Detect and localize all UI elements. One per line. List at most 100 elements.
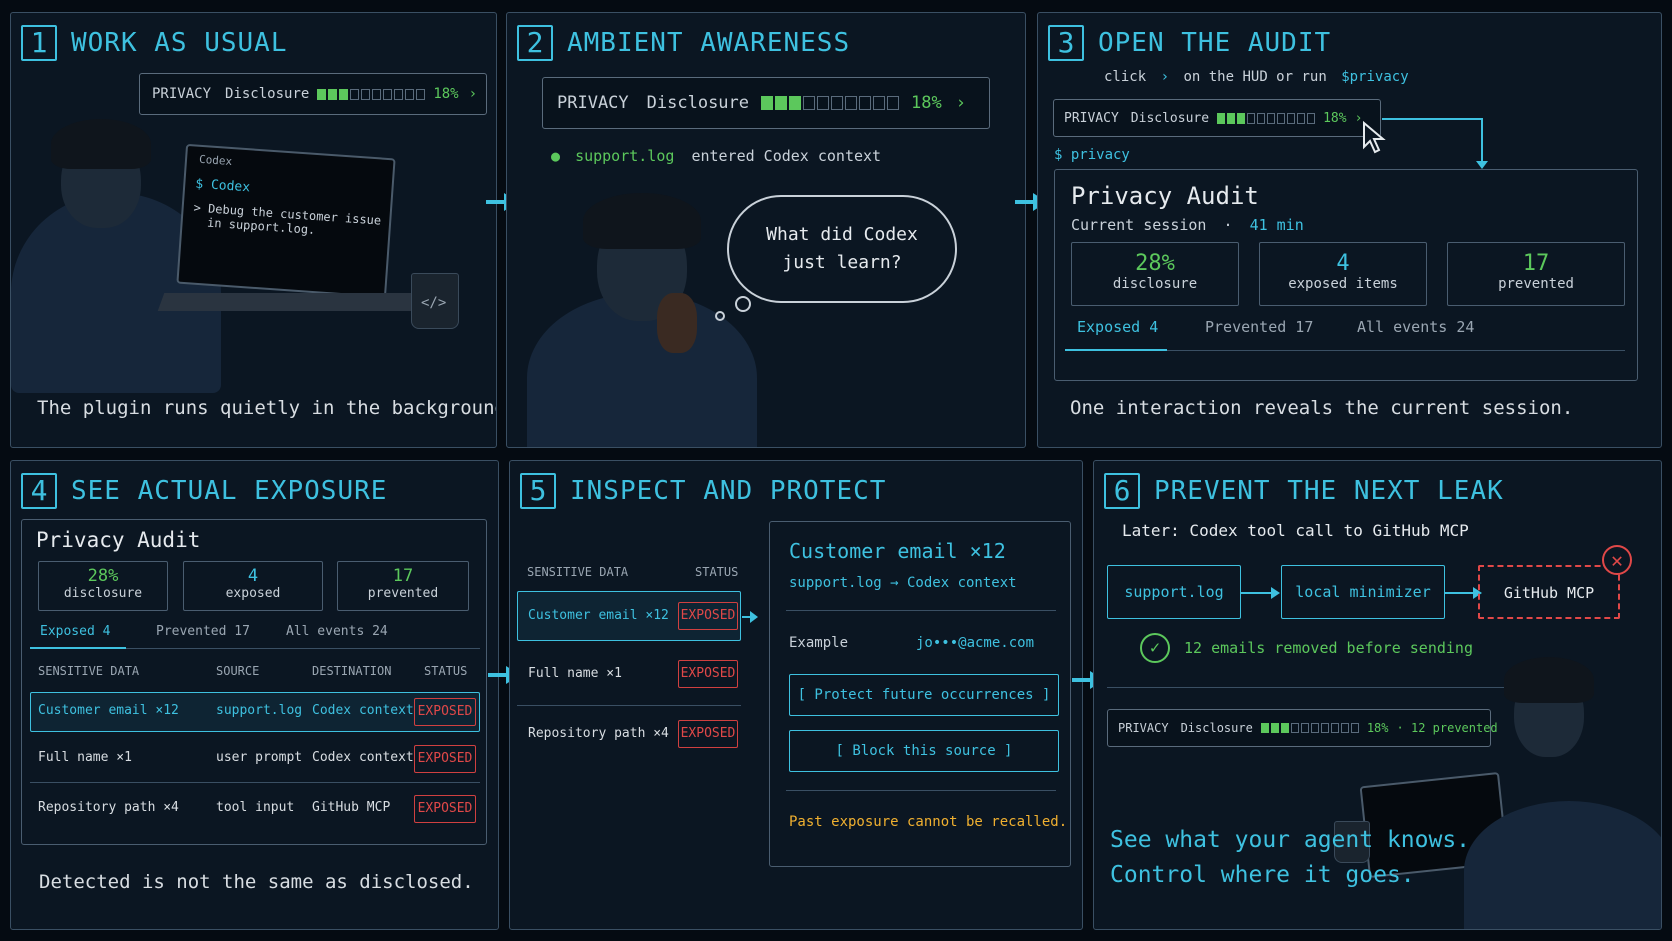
detail-panel: Customer email ×12 support.log → Codex c… <box>769 521 1071 867</box>
step-number: 4 <box>21 473 57 509</box>
privacy-hud[interactable]: PRIVACY Disclosure 18% › <box>542 77 990 129</box>
privacy-hud[interactable]: PRIVACY Disclosure 18% › <box>139 73 487 115</box>
hud-progress <box>1217 112 1316 124</box>
privacy-hud[interactable]: PRIVACY Disclosure 18% · 12 prevented <box>1107 709 1498 747</box>
column-header: SENSITIVE DATA <box>527 565 629 579</box>
cell-data: Full name ×1 <box>528 666 622 681</box>
tab-prevented[interactable]: Prevented 17 <box>156 624 250 639</box>
chevron-right-icon[interactable]: › <box>469 86 477 102</box>
hud-percent: 18% <box>433 86 459 102</box>
cell-data: Full name ×1 <box>38 750 132 765</box>
stat-disclosure: 28% disclosure <box>38 561 168 611</box>
cell-destination: Codex context <box>312 750 414 765</box>
cell-data: Repository path ×4 <box>528 726 669 741</box>
panel-inspect-and-protect: 5 INSPECT AND PROTECT SENSITIVE DATA STA… <box>509 460 1083 930</box>
hud-progress <box>1260 723 1359 733</box>
column-header: SOURCE <box>216 664 260 678</box>
stat-exposed: 4 exposed items <box>1259 242 1427 306</box>
caption: Detected is not the same as disclosed. <box>39 871 474 893</box>
audit-title: Privacy Audit <box>36 528 201 552</box>
cell-data: Customer email ×12 <box>38 703 179 718</box>
subtitle: Later: Codex tool call to GitHub MCP <box>1122 521 1469 540</box>
session-info: Current session · 41 min <box>1071 216 1304 234</box>
warning-text: Past exposure cannot be recalled. <box>789 814 1068 830</box>
detail-flow: support.log → Codex context <box>789 575 1017 591</box>
protect-future-button[interactable]: [ Protect future occurrences ] <box>789 674 1059 716</box>
panel-work-as-usual: 1 WORK AS USUAL PRIVACY Disclosure 18% ›… <box>10 12 497 448</box>
hud-metric: Disclosure <box>1180 721 1253 735</box>
thought-bubble: What did Codex just learn? <box>727 195 957 303</box>
flow-arrow <box>486 200 506 204</box>
cell-data: Customer email ×12 <box>528 608 669 623</box>
status-badge: EXPOSED <box>678 602 738 630</box>
hud-label: PRIVACY <box>152 86 212 102</box>
status-badge: EXPOSED <box>414 745 476 773</box>
detail-title: Customer email ×12 <box>789 539 1006 563</box>
laptop: Codex $ Codex > Debug the customer issue… <box>176 143 396 299</box>
check-circle-icon: ✓ <box>1140 633 1170 663</box>
panel-title: WORK AS USUAL <box>71 28 288 58</box>
flow-arrow <box>488 673 508 677</box>
tab-exposed[interactable]: Exposed 4 <box>40 624 110 639</box>
panel-open-the-audit: 3 OPEN THE AUDIT click › on the HUD or r… <box>1037 12 1662 448</box>
laptop-prompt: $ Codex <box>194 176 251 196</box>
step-number: 2 <box>517 25 553 61</box>
tab-exposed[interactable]: Exposed 4 <box>1077 318 1158 336</box>
hud-metric: Disclosure <box>225 86 310 102</box>
tagline-line-1: See what your agent knows. <box>1110 827 1471 853</box>
hud-progress <box>317 88 426 100</box>
panel-title: AMBIENT AWARENESS <box>567 28 851 58</box>
hud-label: PRIVACY <box>557 93 629 113</box>
status-dot-icon: ● <box>551 147 561 165</box>
cursor-icon <box>1363 121 1386 154</box>
status-badge: EXPOSED <box>414 698 476 726</box>
hud-prevented: · 12 prevented <box>1396 721 1498 735</box>
thought-text: What did Codex just learn? <box>766 224 918 273</box>
status-badge: EXPOSED <box>678 660 738 688</box>
tab-all-events[interactable]: All events 24 <box>1357 318 1474 336</box>
privacy-hud[interactable]: PRIVACY Disclosure 18% › <box>1053 99 1381 137</box>
flow-arrow <box>1072 678 1092 682</box>
result-text: 12 emails removed before sending <box>1184 639 1473 657</box>
stat-exposed: 4 exposed <box>183 561 323 611</box>
stat-prevented: 17 prevented <box>1447 242 1625 306</box>
event-text: entered Codex context <box>691 147 882 165</box>
cell-data: Repository path ×4 <box>38 800 179 815</box>
flow-node-local-minimizer: local minimizer <box>1281 565 1445 619</box>
panel-title: INSPECT AND PROTECT <box>570 476 887 506</box>
cell-destination: GitHub MCP <box>312 800 391 815</box>
tab-prevented[interactable]: Prevented 17 <box>1205 318 1313 336</box>
step-number: 5 <box>520 473 556 509</box>
tab-all-events[interactable]: All events 24 <box>286 624 388 639</box>
flow-arrow <box>1015 200 1035 204</box>
hud-label: PRIVACY <box>1118 721 1169 735</box>
chevron-right-icon[interactable]: › <box>956 93 966 113</box>
panel-prevent-the-next-leak: 6 PREVENT THE NEXT LEAK Later: Codex too… <box>1093 460 1662 930</box>
flow-node-github-mcp: GitHub MCP <box>1478 565 1620 619</box>
block-source-button[interactable]: [ Block this source ] <box>789 730 1059 772</box>
panel-title: SEE ACTUAL EXPOSURE <box>71 476 388 506</box>
privacy-audit-panel: Privacy Audit Current session · 41 min 2… <box>1054 169 1638 381</box>
chevron-right-icon: › <box>1160 69 1170 85</box>
cell-source: user prompt <box>216 750 303 765</box>
status-badge: EXPOSED <box>678 720 738 748</box>
privacy-audit-panel: Privacy Audit 28% disclosure 4 exposed 1… <box>21 519 487 845</box>
cell-destination: Codex context <box>312 703 414 718</box>
hud-percent: 18% <box>1323 110 1347 126</box>
column-header: STATUS <box>424 664 468 678</box>
hud-metric: Disclosure <box>646 93 750 113</box>
step-number: 1 <box>21 25 57 61</box>
example-value: jo•••@acme.com <box>916 635 1035 651</box>
stat-disclosure: 28% disclosure <box>1071 242 1239 306</box>
developer-hair <box>1504 657 1594 703</box>
code-icon: </> <box>421 295 447 311</box>
audit-hint: click › on the HUD or run $privacy <box>1104 69 1409 85</box>
column-header: STATUS <box>695 565 739 579</box>
hud-percent: 18% <box>1366 721 1389 735</box>
cmd-line: $ privacy <box>1054 147 1130 163</box>
example-label: Example <box>789 635 849 651</box>
audit-title: Privacy Audit <box>1071 182 1259 210</box>
caption: One interaction reveals the current sess… <box>1070 397 1574 419</box>
panel-title: PREVENT THE NEXT LEAK <box>1154 476 1504 506</box>
status-badge: EXPOSED <box>414 795 476 823</box>
